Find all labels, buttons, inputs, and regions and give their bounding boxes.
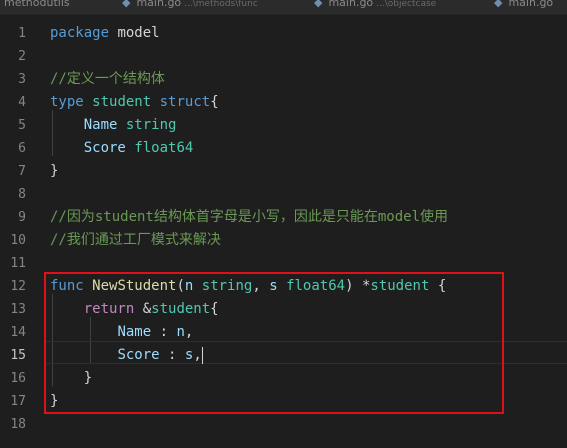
annotation-highlight-box [44,272,504,414]
code-text: //定义一个结构体 [50,68,165,91]
editor-tab[interactable]: ◆ main.go [494,0,553,10]
line-number: 1 [18,26,26,41]
tab-label: main.go [136,0,182,9]
code-token: student [92,94,152,110]
tab-label: main.go [508,0,554,9]
code-line[interactable]: 18 [0,413,567,436]
code-token: } [50,163,59,179]
line-number: 13 [10,302,26,317]
code-text: //因为student结构体首字母是小写，因此是只能在model使用 [50,206,448,229]
code-line[interactable]: 9 //因为student结构体首字母是小写，因此是只能在model使用 [0,206,567,229]
code-line[interactable]: 10 //我们通过工厂模式来解决 [0,229,567,252]
code-text: Name string [50,114,177,137]
code-line[interactable]: 1 package model [0,22,567,45]
code-text: //我们通过工厂模式来解决 [50,229,221,252]
code-token: Name [83,117,118,133]
line-number: 12 [10,279,26,294]
go-file-icon: ◆ [122,0,131,9]
code-token: { [210,94,219,110]
code-token: type [50,94,84,110]
code-token: model [109,25,160,41]
line-number: 15 [10,348,26,363]
code-token: float64 [134,140,194,156]
editor-tab[interactable]: ◆ main.go ...\objectcase [314,0,436,10]
code-line[interactable]: 6 Score float64 [0,137,567,160]
line-number: 4 [18,95,26,110]
line-number: 5 [18,118,26,133]
line-number: 3 [18,72,26,87]
line-number: 8 [18,187,26,202]
code-token: //我们通过工厂模式来解决 [50,232,221,248]
editor-tab[interactable]: ◆ main.go ...\methods\func [122,0,258,10]
code-line[interactable]: 3 //定义一个结构体 [0,68,567,91]
tab-label: methodutils [4,0,70,9]
editor-tab[interactable]: methodutils [4,0,70,10]
code-text: package model [50,22,160,45]
go-file-icon: ◆ [314,0,323,9]
code-token: string [125,117,177,133]
line-number: 14 [10,325,26,340]
code-token: //定义一个结构体 [50,71,165,87]
code-token: package [50,25,110,41]
code-text: Score float64 [50,137,194,160]
code-text: } [50,160,58,183]
line-number: 9 [18,210,26,225]
go-file-icon: ◆ [494,0,503,9]
code-token: struct [159,94,211,110]
code-token: Score [83,140,126,156]
tab-path: ...\methods\func [184,0,258,9]
line-number: 10 [10,233,26,248]
line-number: 7 [18,164,26,179]
line-number: 17 [10,394,26,409]
tab-label: main.go [328,0,374,9]
code-line[interactable]: 4 type student struct{ [0,91,567,114]
code-line[interactable]: 7} [0,160,567,183]
tab-path: ...\objectcase [376,0,437,9]
code-line[interactable]: 5 Name string [0,114,567,137]
line-number: 2 [18,49,26,64]
code-line[interactable]: 2 [0,45,567,68]
code-line[interactable]: 8 [0,183,567,206]
editor-tab-bar: methodutils ◆ main.go ...\methods\func ◆ ma… [0,0,567,15]
line-number: 11 [10,256,26,271]
code-token: //因为student结构体首字母是小写，因此是只能在model使用 [50,209,449,225]
line-number: 18 [10,417,26,432]
line-number: 6 [18,141,26,156]
code-text: type student struct{ [50,91,219,114]
line-number: 16 [10,371,26,386]
